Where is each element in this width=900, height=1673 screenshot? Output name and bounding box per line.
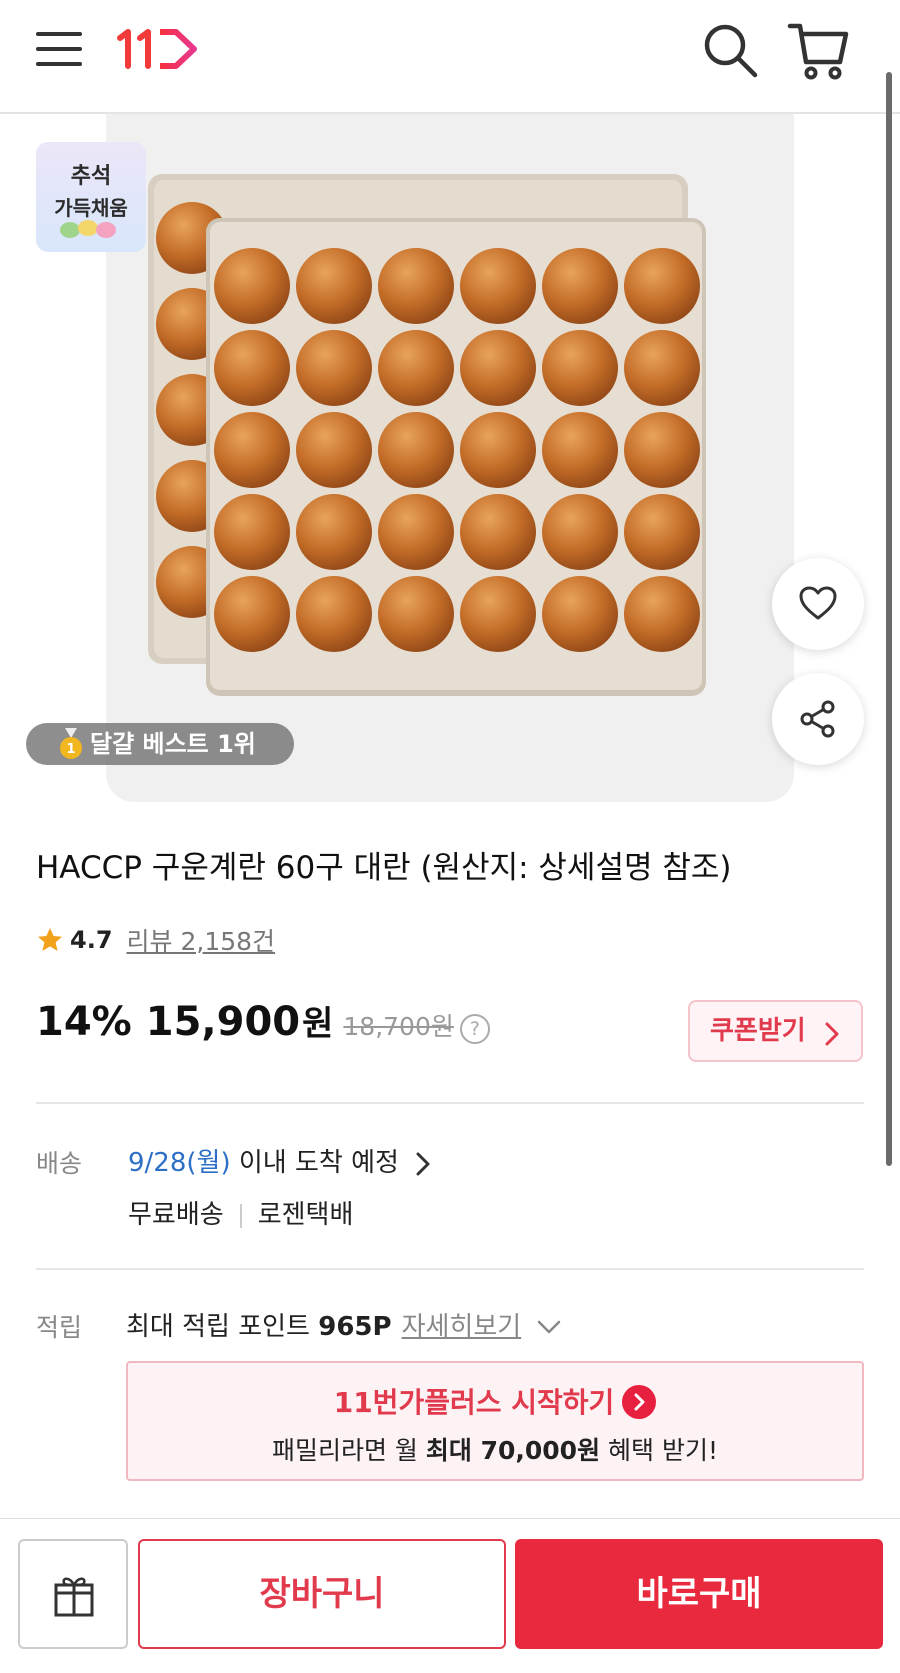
heart-icon	[799, 586, 837, 620]
event-badge-line1: 추석	[70, 164, 112, 189]
points-prefix: 최대 적립 포인트	[126, 1312, 319, 1342]
best-badge-text: 달걀 베스트 1위	[90, 730, 256, 758]
points-more-link[interactable]: 자세히보기	[402, 1312, 522, 1342]
points-label: 적립	[36, 1313, 83, 1342]
page-scrollbar[interactable]	[886, 72, 892, 1166]
review-count-link[interactable]: 리뷰 2,158건	[127, 922, 276, 958]
shipping-info: 무료배송 로젠택배	[128, 1194, 353, 1231]
discount-rate: 14%	[36, 999, 132, 1045]
event-badge-chuseok: 추석 가득채움	[36, 142, 146, 252]
medal-icon: 1	[60, 728, 82, 759]
songpyeon-icon	[60, 220, 116, 238]
plus-sub-prefix: 패밀리라면 월	[271, 1436, 426, 1465]
sale-price: 15,900	[145, 999, 301, 1045]
price-row: 14% 15,900 원 18,700원 ?	[36, 996, 490, 1052]
plus-membership-banner[interactable]: 11번가플러스 시작하기 패밀리라면 월 최대 70,000원 혜택 받기!	[126, 1361, 864, 1481]
product-title: HACCP 구운계란 60구 대란 (원산지: 상세설명 참조)	[36, 850, 732, 886]
price-help-icon[interactable]: ?	[459, 1014, 490, 1044]
coupon-button-label: 쿠폰받기	[710, 1016, 806, 1046]
sale-price-unit: 원	[302, 1004, 334, 1044]
gift-icon	[54, 1577, 94, 1617]
hamburger-menu-icon[interactable]	[34, 26, 84, 72]
rating-score: 4.7	[70, 926, 113, 954]
chevron-down-icon[interactable]	[537, 1319, 561, 1335]
divider	[36, 1102, 864, 1104]
rating-row: 4.7 리뷰 2,158건	[36, 922, 275, 958]
search-icon[interactable]	[700, 20, 762, 82]
event-badge-line2: 가득채움	[54, 196, 128, 220]
svg-text:1: 1	[66, 742, 75, 757]
delivery-date-suffix: 이내 도착 예정	[230, 1148, 399, 1178]
gift-button[interactable]	[18, 1539, 128, 1649]
share-icon	[800, 700, 835, 738]
free-shipping: 무료배송	[128, 1200, 224, 1230]
arrow-circle-icon	[622, 1385, 657, 1419]
add-to-cart-button[interactable]: 장바구니	[138, 1539, 506, 1649]
separator	[239, 1203, 242, 1228]
plus-sub-bold: 최대 70,000원	[425, 1436, 601, 1465]
app-header	[0, 0, 900, 114]
chevron-right-icon	[416, 1152, 430, 1175]
bottom-action-bar: 장바구니 바로구매	[0, 1518, 900, 1673]
cart-icon[interactable]	[786, 18, 852, 82]
plus-banner-subtitle: 패밀리라면 월 최대 70,000원 혜택 받기!	[128, 1431, 862, 1467]
divider	[36, 1268, 864, 1270]
product-image[interactable]	[106, 114, 794, 802]
delivery-date-link[interactable]: 9/28(월) 이내 도착 예정	[128, 1142, 431, 1179]
plus-banner-title-row: 11번가플러스 시작하기	[128, 1381, 862, 1421]
points-info: 최대 적립 포인트 965P 자세히보기	[126, 1306, 561, 1343]
best-seller-badge: 1 달걀 베스트 1위	[26, 723, 294, 765]
shipping-label: 배송	[36, 1149, 83, 1178]
original-price: 18,700원	[343, 1012, 454, 1041]
logo-11st[interactable]	[116, 24, 204, 72]
chevron-right-icon	[825, 1022, 839, 1046]
coupon-button[interactable]: 쿠폰받기	[688, 1000, 863, 1062]
star-icon	[38, 928, 62, 951]
delivery-date: 9/28(월)	[128, 1148, 231, 1178]
wishlist-button[interactable]	[772, 558, 864, 650]
plus-sub-suffix: 혜택 받기!	[600, 1436, 718, 1465]
buy-now-button[interactable]: 바로구매	[515, 1539, 883, 1649]
plus-banner-title: 11번가플러스 시작하기	[333, 1386, 615, 1419]
points-value: 965P	[318, 1312, 392, 1342]
share-button[interactable]	[772, 673, 864, 765]
carrier-name: 로젠택배	[257, 1200, 354, 1230]
